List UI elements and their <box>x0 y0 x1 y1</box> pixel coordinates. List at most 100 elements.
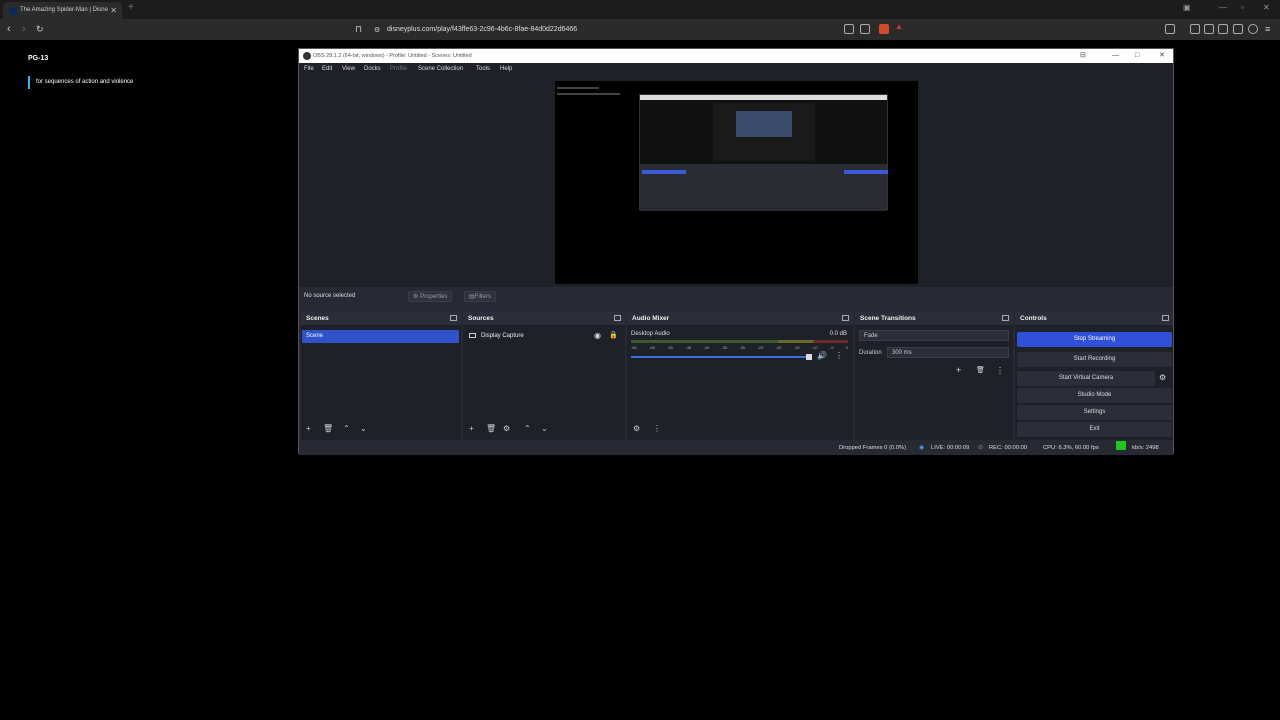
obs-minimize-icon[interactable]: — <box>1112 49 1119 63</box>
undock-icon[interactable] <box>842 315 849 321</box>
exit-button[interactable]: Exit <box>1017 422 1172 437</box>
address-bar[interactable]: disneyplus.com/play/f43ffe63-2c96-4b6c-8… <box>387 22 577 37</box>
menu-profile[interactable]: Profile <box>390 63 407 75</box>
volume-knob[interactable] <box>806 354 813 360</box>
rec-icon: ⊘ <box>978 445 983 451</box>
obs-pin-icon[interactable]: ⊟ <box>1080 49 1086 63</box>
maximize-icon[interactable]: ▫ <box>1241 3 1244 12</box>
volume-slider[interactable] <box>631 354 813 360</box>
studio-mode-button[interactable]: Studio Mode <box>1017 388 1172 403</box>
sidebar-icon[interactable] <box>1165 24 1175 34</box>
undock-icon[interactable] <box>614 315 621 321</box>
duration-input[interactable]: 300 ms <box>887 347 1009 358</box>
add-transition-icon[interactable]: + <box>956 365 961 375</box>
menu-help[interactable]: Help <box>500 63 512 75</box>
meter-tick: -60 <box>631 345 637 350</box>
new-tab-button[interactable]: + <box>128 2 134 13</box>
transitions-title: Scene Transitions <box>860 315 916 322</box>
menu-edit[interactable]: Edit <box>322 63 332 75</box>
tab-title: The Amazing Spider-Man | Disne <box>20 7 108 13</box>
menu-view[interactable]: View <box>342 63 355 75</box>
more-options-icon[interactable]: ⋮ <box>835 351 843 360</box>
move-down-icon[interactable]: ⌄ <box>360 424 367 434</box>
properties-label: Properties <box>420 294 448 300</box>
undock-icon[interactable] <box>450 315 457 321</box>
source-toolbar: No source selected ⚙ Properties ▤Filters <box>299 288 1173 304</box>
start-virtual-camera-button[interactable]: Start Virtual Camera <box>1017 371 1155 386</box>
share-icon[interactable] <box>860 24 870 34</box>
profile-icon[interactable]: ▣ <box>1183 3 1191 12</box>
meter-tick: -15 <box>793 345 800 350</box>
browser-tab[interactable]: The Amazing Spider-Man | Disne ✕ <box>3 2 122 19</box>
undock-icon[interactable] <box>1162 315 1169 321</box>
obs-close-icon[interactable]: ✕ <box>1159 49 1165 63</box>
filters-button[interactable]: ▤Filters <box>464 291 497 302</box>
mixer-title: Audio Mixer <box>632 315 670 322</box>
forward-icon[interactable]: › <box>22 23 26 35</box>
reload-icon[interactable]: ↻ <box>36 23 44 35</box>
stop-streaming-button[interactable]: Stop Streaming <box>1017 332 1172 347</box>
delete-icon[interactable]: 🗑 <box>486 424 496 434</box>
menu-scene-collection[interactable]: Scene Collection <box>418 63 463 75</box>
browser-tab-bar: The Amazing Spider-Man | Disne ✕ + ▣ — ▫… <box>0 0 1280 19</box>
meter-tick: 0 <box>845 345 848 350</box>
minimize-icon[interactable]: — <box>1219 3 1227 12</box>
browser-nav-bar: ‹ › ↻ ⊓ ⚙ disneyplus.com/play/f43ffe63-2… <box>0 19 1280 40</box>
add-icon[interactable]: + <box>306 424 311 434</box>
speaker-icon[interactable]: 🔊 <box>817 351 827 360</box>
cast-icon[interactable] <box>844 24 854 34</box>
extensions-icon[interactable] <box>1233 24 1243 34</box>
move-up-icon[interactable]: ⌃ <box>524 424 531 434</box>
rating-reason: for sequences of action and violence <box>28 76 133 89</box>
duration-label: Duration <box>859 350 882 356</box>
virtual-camera-settings-icon[interactable]: ⚙ <box>1159 373 1166 382</box>
brave-shield-icon[interactable] <box>879 24 889 34</box>
rewards-icon[interactable]: ▲ <box>895 22 905 32</box>
menu-file[interactable]: File <box>304 63 314 75</box>
transition-menu-icon[interactable]: ⋮ <box>996 366 1004 375</box>
mixer-menu-icon[interactable]: ⋮ <box>653 424 661 434</box>
mixer-header: Audio Mixer <box>627 312 853 325</box>
gear-icon[interactable]: ⚙ <box>503 424 510 434</box>
reader-icon[interactable] <box>1204 24 1214 34</box>
nested-title-bar <box>640 95 887 100</box>
back-icon[interactable]: ‹ <box>7 23 11 35</box>
stream-health-indicator <box>1116 441 1126 450</box>
bookmark-icon[interactable]: ⊓ <box>355 23 362 35</box>
scene-transitions-dock: Scene Transitions Fade Duration 300 ms +… <box>855 312 1013 440</box>
site-settings-icon[interactable]: ⚙ <box>374 25 380 37</box>
lock-icon[interactable]: 🔒 <box>609 331 618 339</box>
move-up-icon[interactable]: ⌃ <box>343 424 350 434</box>
settings-button[interactable]: Settings <box>1017 405 1172 420</box>
start-recording-button[interactable]: Start Recording <box>1017 352 1172 367</box>
delete-icon[interactable]: 🗑 <box>323 424 333 434</box>
audio-mixer-dock: Audio Mixer Desktop Audio 0.0 dB -60 -55… <box>627 312 853 440</box>
add-icon[interactable]: + <box>469 424 474 434</box>
controls-dock: Controls Stop Streaming Start Recording … <box>1015 312 1173 440</box>
visibility-eye-icon[interactable]: ◉ <box>594 331 601 340</box>
wallet-icon[interactable] <box>1218 24 1228 34</box>
scene-item[interactable]: Scene <box>302 330 459 343</box>
menu-docks[interactable]: Docks <box>364 63 381 75</box>
close-window-icon[interactable]: ✕ <box>1263 3 1270 12</box>
nested-page-text <box>557 87 627 147</box>
meter-tick: -55 <box>649 345 655 350</box>
close-tab-icon[interactable]: ✕ <box>110 2 117 19</box>
nested-stop-button <box>844 170 888 174</box>
vpn-icon[interactable] <box>1248 24 1258 34</box>
preview-canvas[interactable] <box>555 81 918 284</box>
media-icon[interactable] <box>1190 24 1200 34</box>
transition-select[interactable]: Fade <box>859 330 1009 341</box>
obs-title: OBS 28.1.2 (64-bit, windows) - Profile: … <box>313 53 472 59</box>
source-item[interactable]: Display Capture <box>469 330 524 343</box>
volume-meter <box>631 340 848 343</box>
undock-icon[interactable] <box>1002 315 1009 321</box>
nested-docks <box>640 164 888 211</box>
properties-button[interactable]: ⚙ Properties <box>408 291 453 302</box>
obs-maximize-icon[interactable]: □ <box>1135 49 1139 63</box>
menu-icon[interactable]: ≡ <box>1265 23 1270 35</box>
advanced-audio-icon[interactable]: ⚙ <box>633 424 640 434</box>
move-down-icon[interactable]: ⌄ <box>541 424 548 434</box>
menu-tools[interactable]: Tools <box>476 63 490 75</box>
delete-transition-icon[interactable]: 🗑 <box>976 366 985 374</box>
